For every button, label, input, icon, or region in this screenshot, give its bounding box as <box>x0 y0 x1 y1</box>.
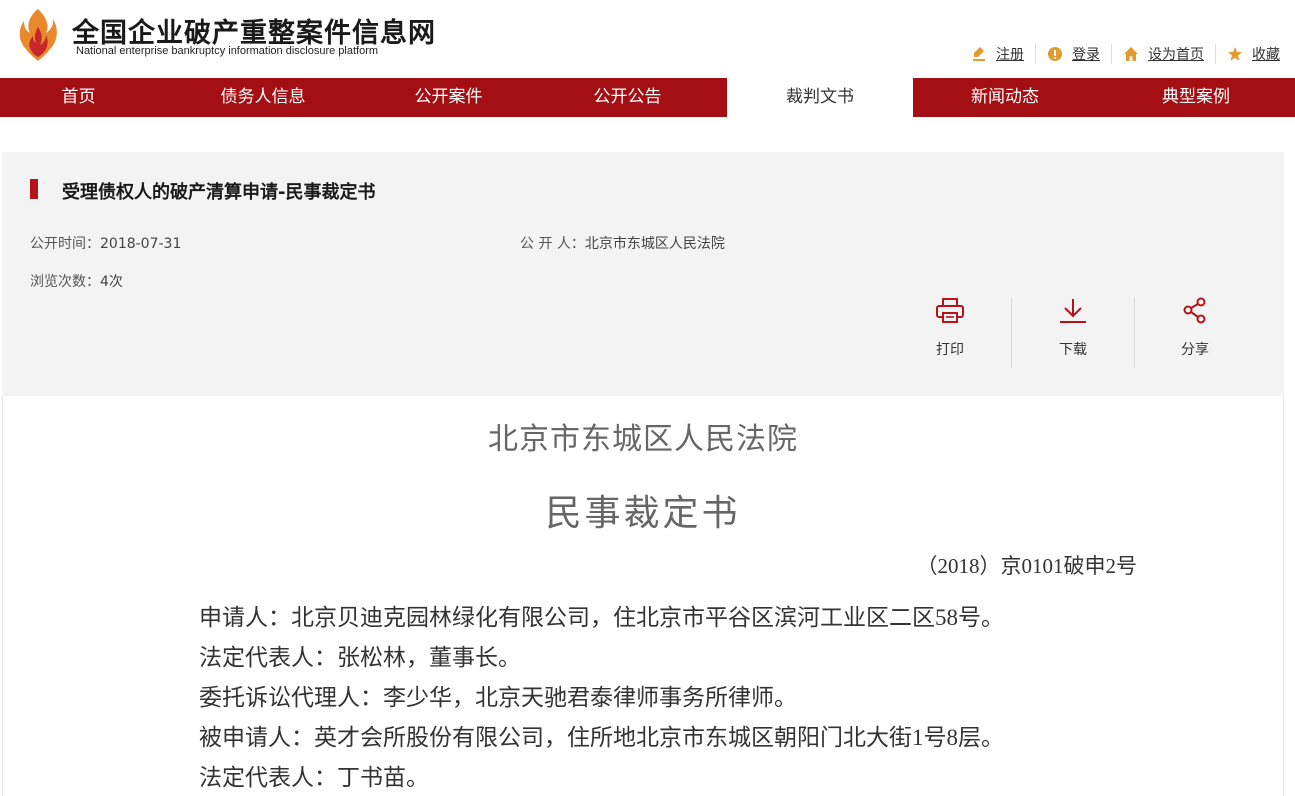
site-subtitle: National enterprise bankruptcy informati… <box>76 45 379 57</box>
share-icon <box>1183 297 1206 324</box>
favorite-label: 收藏 <box>1252 47 1280 63</box>
view-count: 浏览次数：4次 <box>30 271 123 291</box>
view-count-label: 浏览次数： <box>30 274 100 290</box>
download-icon <box>1060 299 1086 323</box>
paragraph: 法定代表人：张松林，董事长。 <box>199 645 521 670</box>
home-icon <box>1124 47 1138 61</box>
court-name: 北京市东城区人民法院 <box>488 422 798 457</box>
publisher-value: 北京市东城区人民法院 <box>584 236 725 252</box>
title-marker <box>30 179 38 199</box>
nav-item-debtor-info[interactable]: 债务人信息 <box>157 78 369 117</box>
login-icon <box>1048 47 1062 61</box>
publisher-label: 公 开 人： <box>520 236 585 252</box>
view-count-value: 4次 <box>100 274 123 290</box>
register-label: 注册 <box>996 47 1024 63</box>
download-button[interactable]: 下载 <box>1012 297 1134 367</box>
download-label: 下载 <box>1059 342 1087 358</box>
nav-item-home[interactable]: 首页 <box>0 78 157 117</box>
document-title: 受理债权人的破产清算申请-民事裁定书 <box>62 182 376 203</box>
document-body: 北京市东城区人民法院 民事裁定书 （2018）京0101破申2号 申请人：北京贝… <box>2 396 1284 796</box>
case-number: （2018）京0101破申2号 <box>916 554 1138 578</box>
nav-item-news[interactable]: 新闻动态 <box>913 78 1097 117</box>
nav-item-public-notices[interactable]: 公开公告 <box>528 78 727 117</box>
set-homepage-link[interactable]: 设为首页 <box>1111 44 1215 64</box>
paragraph: 法定代表人：丁书苗。 <box>199 765 429 790</box>
document-info-panel: 受理债权人的破产清算申请-民事裁定书 公开时间：2018-07-31 公 开 人… <box>2 152 1284 396</box>
set-homepage-label: 设为首页 <box>1148 47 1204 63</box>
publish-time-value: 2018-07-31 <box>100 236 182 252</box>
register-icon <box>973 47 985 61</box>
login-link[interactable]: 登录 <box>1035 44 1111 64</box>
share-label: 分享 <box>1181 342 1209 358</box>
paragraph: 被申请人：英才会所股份有限公司，住所地北京市东城区朝阳门北大街1号8层。 <box>199 725 1004 750</box>
login-label: 登录 <box>1072 47 1100 63</box>
flame-logo-icon[interactable] <box>16 7 60 63</box>
publish-time: 公开时间：2018-07-31 <box>30 233 181 253</box>
publish-time-label: 公开时间： <box>30 236 100 252</box>
print-icon <box>936 298 964 323</box>
print-label: 打印 <box>936 342 964 358</box>
share-button[interactable]: 分享 <box>1134 297 1256 367</box>
document-type: 民事裁定书 <box>545 493 741 534</box>
nav-item-judgments[interactable]: 裁判文书 <box>727 78 913 117</box>
publisher: 公 开 人：北京市东城区人民法院 <box>520 233 725 253</box>
top-links: 注册 登录 设为首页 收藏 <box>960 44 1291 64</box>
site-header: 全国企业破产重整案件信息网 National enterprise bankru… <box>0 0 1295 78</box>
main-nav: 首页 债务人信息 公开案件 公开公告 裁判文书 新闻动态 典型案例 <box>0 78 1295 117</box>
favorite-link[interactable]: 收藏 <box>1215 44 1291 64</box>
register-link[interactable]: 注册 <box>960 44 1035 64</box>
star-icon <box>1228 47 1242 61</box>
paragraph: 委托诉讼代理人：李少华，北京天驰君泰律师事务所律师。 <box>199 685 797 710</box>
print-button[interactable]: 打印 <box>889 297 1011 367</box>
paragraph: 申请人：北京贝迪克园林绿化有限公司，住北京市平谷区滨河工业区二区58号。 <box>199 605 1004 630</box>
nav-item-typical-cases[interactable]: 典型案例 <box>1097 78 1295 117</box>
nav-item-public-cases[interactable]: 公开案件 <box>369 78 528 117</box>
